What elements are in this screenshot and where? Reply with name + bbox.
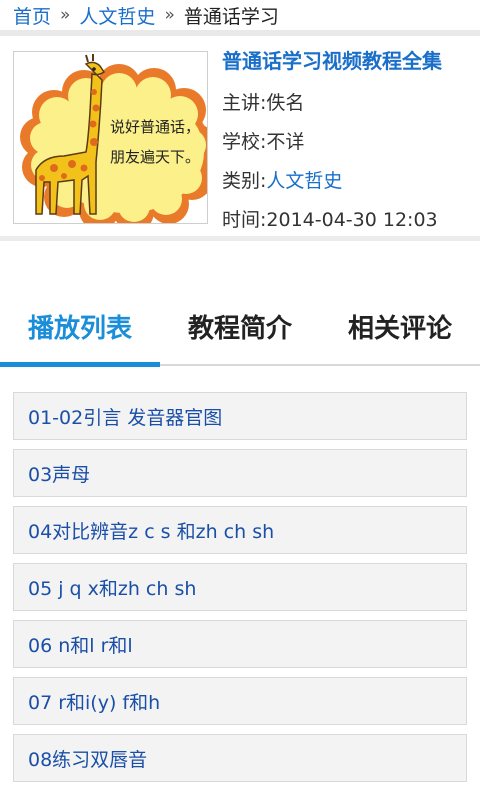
category-label: 类别:: [222, 170, 267, 192]
category-link[interactable]: 人文哲史: [266, 170, 342, 192]
playlist-item[interactable]: 06 n和l r和l: [13, 620, 467, 668]
course-thumbnail[interactable]: 说好普通话， 朋友遍天下。: [13, 51, 208, 224]
active-tab-indicator: [0, 362, 160, 367]
thumbnail-text-line2: 朋友遍天下。: [110, 148, 200, 166]
school-label: 学校:: [222, 131, 267, 153]
lecturer-row: 主讲:佚名: [222, 84, 472, 123]
breadcrumb-separator: »: [60, 5, 71, 25]
playlist-item[interactable]: 05 j q x和zh ch sh: [13, 563, 467, 611]
breadcrumb-category-link[interactable]: 人文哲史: [79, 2, 155, 29]
playlist-item[interactable]: 01-02引言 发音器官图: [13, 392, 467, 440]
time-label: 时间:: [222, 209, 267, 231]
tab-comments[interactable]: 相关评论: [320, 241, 480, 371]
time-row: 时间:2014-04-30 12:03: [222, 201, 472, 240]
breadcrumb-separator: »: [164, 5, 175, 25]
tab-playlist[interactable]: 播放列表: [0, 241, 160, 371]
playlist-item[interactable]: 08练习双唇音: [13, 734, 467, 782]
lecturer-label: 主讲:: [222, 92, 267, 114]
category-row: 类别:人文哲史: [222, 162, 472, 201]
course-title[interactable]: 普通话学习视频教程全集: [222, 48, 472, 74]
playlist-item[interactable]: 03声母: [13, 449, 467, 497]
giraffe-illustration: 说好普通话， 朋友遍天下。: [14, 52, 207, 223]
playlist: 01-02引言 发音器官图 03声母 04对比辨音z c s 和zh ch sh…: [13, 392, 467, 791]
thumbnail-text-line1: 说好普通话，: [110, 118, 200, 136]
breadcrumb-current: 普通话学习: [183, 5, 279, 28]
time-value: 2014-04-30 12:03: [266, 209, 438, 231]
course-info: 说好普通话， 朋友遍天下。 普通话学习视频教程全集 主讲:佚名 学校:不详 类别…: [0, 36, 480, 236]
school-row: 学校:不详: [222, 123, 472, 162]
breadcrumb-home-link[interactable]: 首页: [13, 2, 51, 29]
school-value: 不详: [266, 131, 305, 153]
lecturer-value: 佚名: [266, 92, 305, 114]
playlist-item[interactable]: 04对比辨音z c s 和zh ch sh: [13, 506, 467, 554]
page: 首页 » 人文哲史 » 普通话学习 说好普通话， 朋友遍天下。 普通话学习视频教…: [0, 0, 480, 800]
playlist-item[interactable]: 07 r和i(y) f和h: [13, 677, 467, 725]
breadcrumb: 首页 » 人文哲史 » 普通话学习: [0, 0, 480, 30]
tab-intro[interactable]: 教程简介: [160, 241, 320, 371]
course-meta: 普通话学习视频教程全集 主讲:佚名 学校:不详 类别:人文哲史 时间:2014-…: [222, 48, 472, 240]
tab-bar: 播放列表 教程简介 相关评论: [0, 241, 480, 371]
